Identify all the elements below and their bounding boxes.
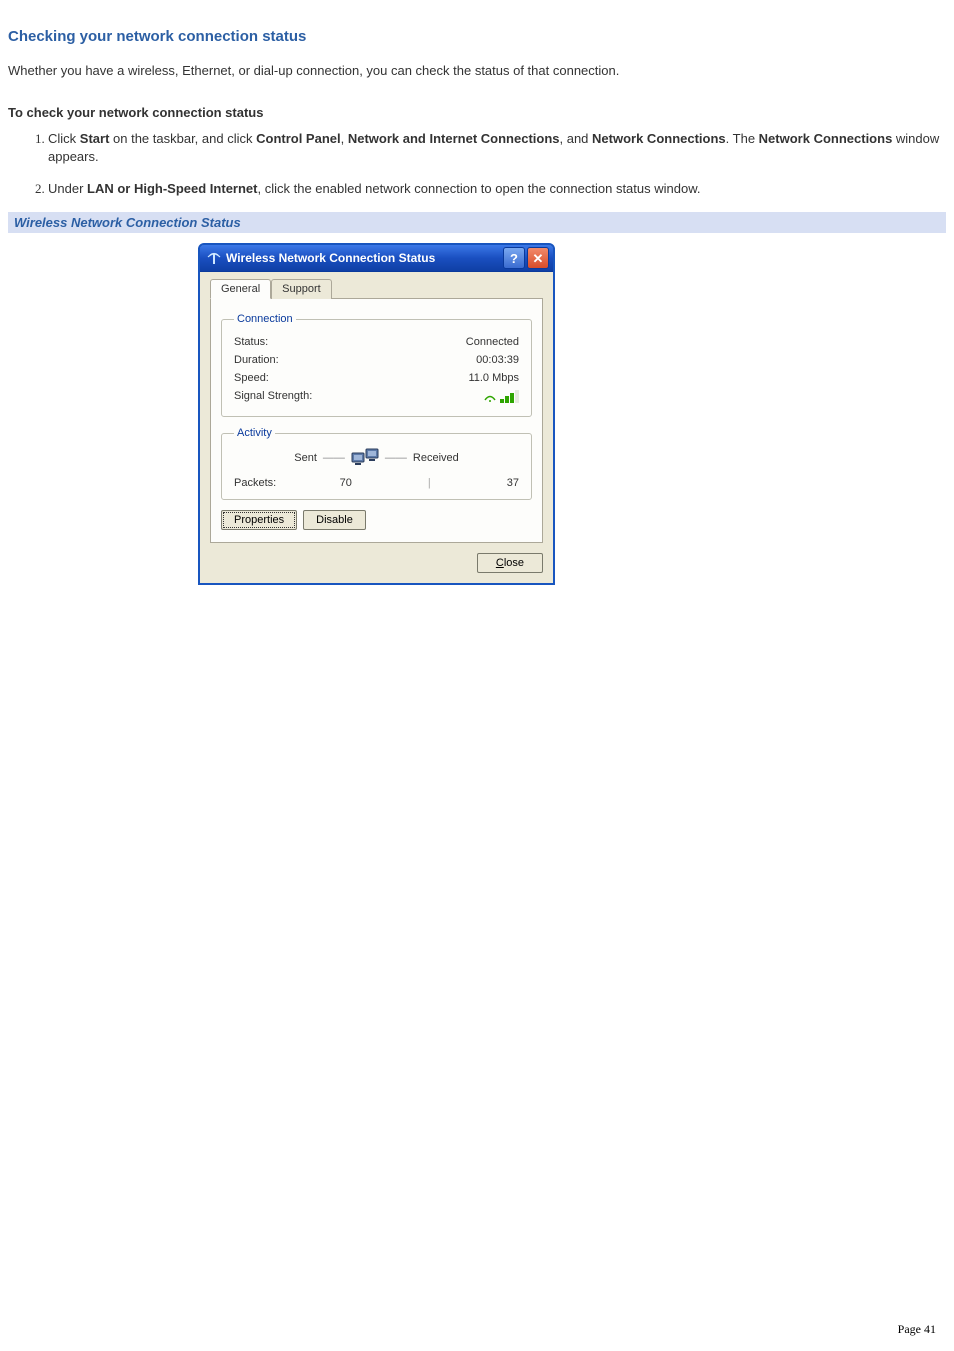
monitors-icon [351, 447, 379, 469]
procedure-subhead: To check your network connection status [8, 105, 946, 120]
status-label: Status: [234, 336, 268, 348]
page-heading: Checking your network connection status [8, 28, 946, 45]
step-1-bold-start: Start [80, 131, 110, 146]
activity-received-label: Received [413, 452, 459, 464]
packets-received-value: 37 [507, 477, 519, 489]
close-button[interactable]: Close [477, 553, 543, 573]
speed-value: 11.0 Mbps [468, 372, 519, 384]
activity-sent-label: Sent [294, 452, 317, 464]
tab-general[interactable]: General [210, 279, 271, 299]
duration-value: 00:03:39 [476, 354, 519, 366]
signal-strength-icon [484, 390, 519, 403]
dash-icon: —— [385, 452, 407, 464]
tab-panel-general: Connection Status: Connected Duration: 0… [210, 299, 543, 543]
activity-divider: | [415, 477, 443, 489]
step-1: Click Start on the taskbar, and click Co… [48, 130, 946, 166]
properties-button[interactable]: Properties [221, 510, 297, 530]
dialog-titlebar[interactable]: Wireless Network Connection Status ? ✕ [200, 245, 553, 272]
close-icon[interactable]: ✕ [527, 247, 549, 269]
step-2-bold: LAN or High-Speed Internet [87, 181, 257, 196]
help-button[interactable]: ? [503, 247, 525, 269]
tab-bar: General Support [210, 278, 543, 299]
page-number: Page 41 [898, 1322, 936, 1337]
speed-label: Speed: [234, 372, 269, 384]
packets-sent-value: 70 [340, 477, 352, 489]
figure-caption: Wireless Network Connection Status [8, 212, 946, 233]
tab-support[interactable]: Support [271, 279, 332, 299]
wireless-icon [206, 250, 222, 266]
connection-legend: Connection [234, 313, 296, 325]
step-1-text: Click [48, 131, 80, 146]
intro-paragraph: Whether you have a wireless, Ethernet, o… [8, 61, 946, 81]
procedure-steps: Click Start on the taskbar, and click Co… [8, 130, 946, 199]
activity-legend: Activity [234, 427, 275, 439]
connection-status-dialog: Wireless Network Connection Status ? ✕ G… [198, 243, 555, 585]
signal-label: Signal Strength: [234, 390, 312, 403]
duration-label: Duration: [234, 354, 279, 366]
connection-group: Connection Status: Connected Duration: 0… [221, 313, 532, 417]
activity-group: Activity Sent —— [221, 427, 532, 500]
dialog-title: Wireless Network Connection Status [226, 251, 501, 265]
disable-button[interactable]: Disable [303, 510, 366, 530]
step-2: Under LAN or High-Speed Internet, click … [48, 180, 946, 198]
status-value: Connected [466, 336, 519, 348]
dash-icon: —— [323, 452, 345, 464]
packets-label: Packets: [234, 477, 276, 489]
